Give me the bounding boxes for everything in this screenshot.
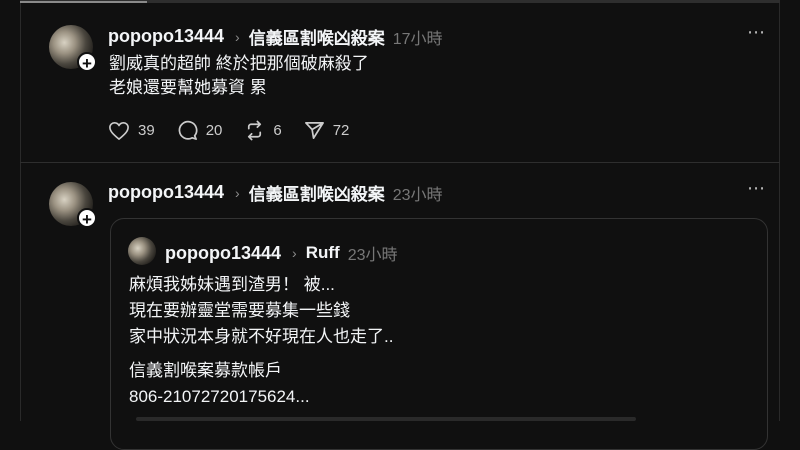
like-count: 39 [138,122,155,139]
quoted-avatar[interactable] [128,237,156,265]
quoted-post-header: popopo13444 › Ruff 23小時 [165,241,398,265]
tab-indicator [20,1,147,3]
post-actions: 39 20 6 72 [108,120,371,141]
chevron-right-icon: › [235,184,240,201]
share-button[interactable]: 72 [304,120,350,141]
post-divider [20,162,780,163]
timestamp: 17小時 [392,30,443,48]
post-text-line: 劉威真的超帥 終於把那個破麻殺了 [109,54,369,73]
more-options-icon[interactable]: ⋯ [747,22,766,43]
quoted-post-text-2: 信義割喉案募款帳戶 806-21072720175624... [129,358,310,410]
chevron-right-icon: › [292,245,297,261]
send-icon [304,122,324,139]
quoted-thread-name[interactable]: Ruff [306,243,340,263]
feed-left-border [20,0,21,421]
username[interactable]: popopo13444 [108,182,224,203]
quoted-text-line: 信義割喉案募款帳戶 [129,361,282,380]
follow-plus-icon[interactable]: + [77,208,97,229]
post-header: popopo13444 › 信義區割喉凶殺案 17小時 [108,24,443,49]
repost-icon [248,120,262,141]
quoted-timestamp: 23小時 [347,247,398,264]
post-text-line: 老娘還要幫她募資 累 [109,78,267,97]
timestamp: 23小時 [392,186,443,204]
quoted-media-preview-edge [136,417,636,421]
more-options-icon[interactable]: ⋯ [747,178,766,199]
reply-button[interactable]: 20 [177,120,223,141]
repost-button[interactable]: 6 [244,120,282,141]
reply-count: 20 [205,122,223,139]
username[interactable]: popopo13444 [108,26,224,47]
quoted-text-line: 806-21072720175624... [129,387,310,406]
quoted-username[interactable]: popopo13444 [165,243,281,264]
chevron-right-icon: › [235,28,240,45]
follow-plus-icon[interactable]: + [77,52,97,73]
heart-icon [109,121,129,140]
share-count: 72 [332,122,350,139]
thread-name[interactable]: 信義區割喉凶殺案 [249,180,385,205]
comment-icon [178,120,198,140]
thread-name[interactable]: 信義區割喉凶殺案 [249,24,385,49]
quoted-text-line: 家中狀況本身就不好現在人也走了.. [129,327,394,346]
quoted-text-line: 麻煩我姊妹遇到渣男！ 被... [129,275,335,294]
like-button[interactable]: 39 [108,121,155,141]
post-text: 劉威真的超帥 終於把那個破麻殺了 老娘還要幫她募資 累 [109,52,369,100]
quoted-text-line: 現在要辦靈堂需要募集一些錢 [129,301,350,320]
repost-count: 6 [273,122,282,139]
feed-right-border [779,0,780,421]
quoted-post-text: 麻煩我姊妹遇到渣男！ 被... 現在要辦靈堂需要募集一些錢 家中狀況本身就不好現… [129,272,393,350]
post-header: popopo13444 › 信義區割喉凶殺案 23小時 [108,180,443,205]
